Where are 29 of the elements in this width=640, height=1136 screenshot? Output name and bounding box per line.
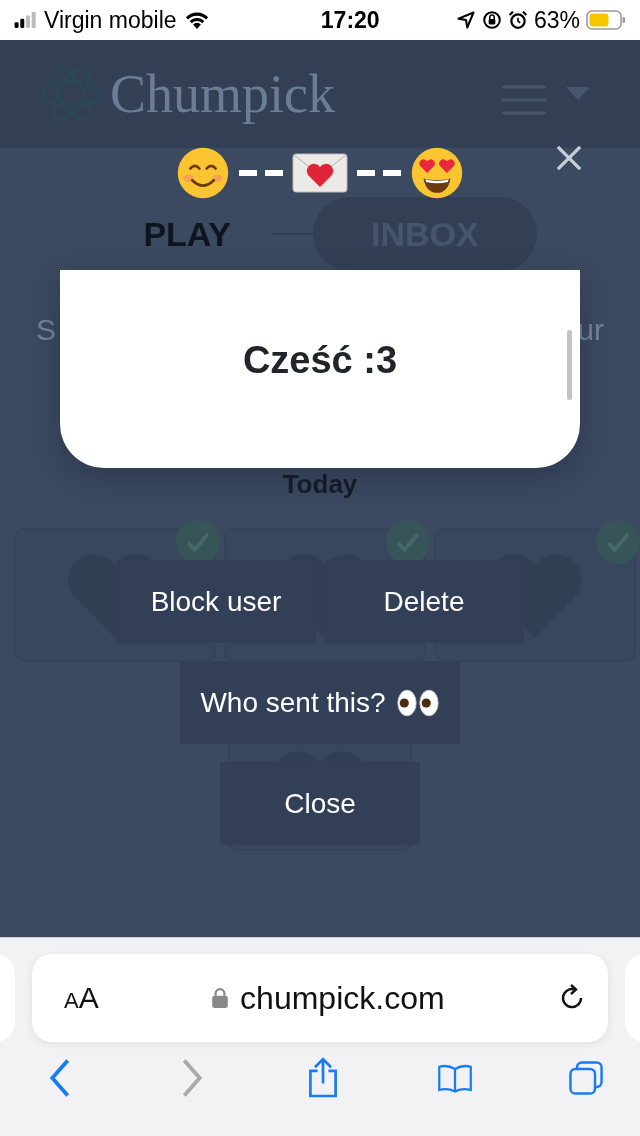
url-text: chumpick.com bbox=[240, 979, 445, 1017]
location-arrow-icon bbox=[455, 10, 476, 30]
rotation-lock-icon bbox=[481, 10, 502, 30]
lock-icon bbox=[212, 988, 229, 1008]
battery-icon bbox=[586, 9, 626, 31]
carrier-name: Virgin mobile bbox=[44, 6, 177, 34]
menu-icon[interactable] bbox=[502, 84, 546, 116]
scrollbar bbox=[567, 330, 572, 400]
address-bar[interactable]: AA chumpick.com bbox=[32, 954, 608, 1042]
alarm-clock-icon bbox=[507, 10, 528, 30]
action-button[interactable]: Block user bbox=[116, 560, 316, 643]
caret-icon[interactable] bbox=[566, 87, 590, 101]
action-button[interactable]: Close bbox=[220, 762, 420, 845]
date-heading: Today bbox=[281, 469, 359, 500]
message-text: Cześć :3 bbox=[242, 338, 398, 382]
dashed-line-icon bbox=[354, 169, 404, 177]
smiling-face-icon bbox=[176, 146, 230, 200]
close-icon[interactable] bbox=[556, 145, 582, 171]
action-button[interactable]: Delete bbox=[324, 560, 524, 643]
text-size-button[interactable]: AA bbox=[64, 981, 99, 1015]
intro-text: S bbox=[36, 313, 56, 347]
battery-percentage: 63% bbox=[533, 6, 580, 34]
eyes-icon bbox=[395, 687, 440, 718]
clock-time: 17:20 bbox=[320, 6, 380, 34]
signal-icon bbox=[14, 12, 38, 28]
dashed-line-icon bbox=[236, 169, 286, 177]
love-letter-icon bbox=[292, 153, 348, 193]
reveal-button[interactable]: Who sent this? bbox=[180, 661, 460, 744]
heart-eyes-face-icon bbox=[410, 146, 464, 200]
